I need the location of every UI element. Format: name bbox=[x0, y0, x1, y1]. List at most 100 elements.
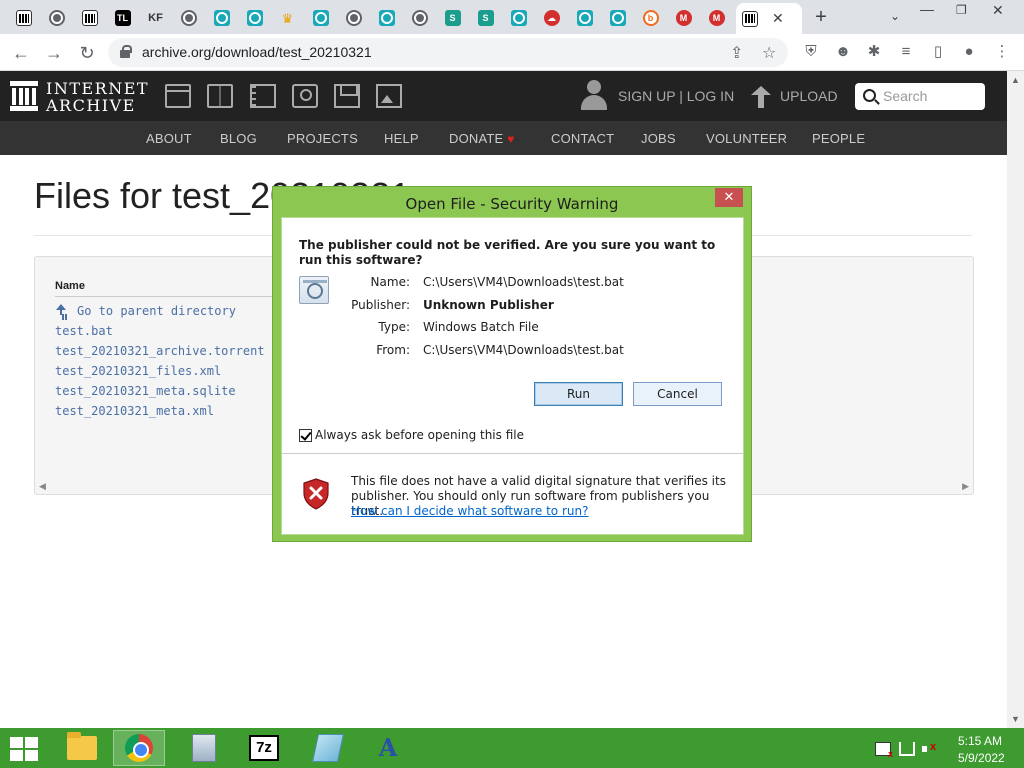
file-link[interactable]: test_20210321_meta.sqlite bbox=[55, 384, 236, 398]
software-disk-icon[interactable] bbox=[334, 84, 360, 108]
upload-arrow-icon[interactable] bbox=[751, 86, 771, 108]
video-film-icon[interactable] bbox=[250, 84, 276, 108]
nav-donate[interactable]: DONATE ♥ bbox=[449, 131, 515, 146]
ia-search-box[interactable]: Search bbox=[855, 83, 985, 110]
forward-arrow-icon[interactable]: → bbox=[42, 41, 66, 65]
taskbar-installer[interactable] bbox=[178, 730, 230, 766]
start-windows-icon[interactable] bbox=[10, 737, 38, 761]
scroll-right-arrow-icon[interactable]: ▶ bbox=[962, 481, 969, 492]
parent-directory-link[interactable]: Go to parent directory bbox=[55, 304, 236, 318]
tab-teal-1[interactable] bbox=[206, 5, 237, 31]
window-close-icon[interactable]: ✕ bbox=[992, 2, 1004, 19]
profile-avatar-icon[interactable]: ● bbox=[960, 43, 978, 61]
tab-active-internet-archive[interactable]: ✕ bbox=[736, 3, 802, 34]
clock-date[interactable]: 5/9/2022 bbox=[958, 751, 1005, 765]
tab-orange-b[interactable]: b bbox=[635, 5, 666, 31]
tab-teal-2[interactable] bbox=[239, 5, 270, 31]
action-center-flag-icon[interactable] bbox=[875, 742, 893, 759]
scroll-up-arrow-icon[interactable]: ▲ bbox=[1011, 75, 1020, 85]
always-ask-label[interactable]: Always ask before opening this file bbox=[315, 428, 524, 442]
reload-icon[interactable]: ↻ bbox=[75, 41, 99, 65]
file-link[interactable]: test_20210321_files.xml bbox=[55, 364, 221, 378]
menu-dots-icon[interactable]: ⋮ bbox=[993, 43, 1011, 61]
taskbar-file-explorer[interactable] bbox=[56, 730, 108, 766]
taskbar-notepad[interactable] bbox=[302, 730, 354, 766]
audio-speaker-icon[interactable] bbox=[292, 84, 318, 108]
tab-globe-3[interactable] bbox=[338, 5, 369, 31]
help-link[interactable]: How can I decide what software to run? bbox=[351, 504, 588, 518]
minimize-icon[interactable]: — bbox=[920, 1, 934, 17]
scroll-down-arrow-icon[interactable]: ▼ bbox=[1011, 714, 1020, 724]
extensions-puzzle-icon[interactable]: ✱ bbox=[865, 43, 883, 61]
page-scrollbar[interactable]: ▲ ▼ bbox=[1007, 71, 1024, 728]
taskbar-app-a[interactable]: A bbox=[362, 730, 414, 766]
file-link[interactable]: test_20210321_meta.xml bbox=[55, 404, 214, 418]
tab-red-cloud[interactable]: ☁ bbox=[536, 5, 567, 31]
run-button[interactable]: Run bbox=[534, 382, 623, 406]
tab-teal-7[interactable] bbox=[602, 5, 633, 31]
nav-about[interactable]: ABOUT bbox=[146, 131, 192, 146]
volume-muted-icon[interactable] bbox=[922, 741, 938, 756]
search-placeholder[interactable]: Search bbox=[883, 88, 927, 104]
cancel-button[interactable]: Cancel bbox=[633, 382, 722, 406]
tab-red-m-2[interactable]: M bbox=[701, 5, 732, 31]
tab-teal-3[interactable] bbox=[305, 5, 336, 31]
taskbar-7zip[interactable]: 7z bbox=[238, 730, 290, 766]
red-m-icon: M bbox=[675, 10, 692, 26]
tab-s-1[interactable]: S bbox=[437, 5, 468, 31]
tab-internet-archive[interactable] bbox=[8, 5, 39, 31]
tab-teal-5[interactable] bbox=[503, 5, 534, 31]
nav-projects[interactable]: PROJECTS bbox=[287, 131, 358, 146]
tab-globe-2[interactable] bbox=[173, 5, 204, 31]
tab-kf[interactable]: KF bbox=[140, 5, 171, 31]
tab-teal-6[interactable] bbox=[569, 5, 600, 31]
clock-time[interactable]: 5:15 AM bbox=[958, 734, 1002, 748]
tab-globe-4[interactable] bbox=[404, 5, 435, 31]
tab-tl[interactable]: TL bbox=[107, 5, 138, 31]
taskbar-chrome[interactable] bbox=[113, 730, 165, 766]
sign-up-login-link[interactable]: SIGN UP | LOG IN bbox=[618, 88, 734, 104]
always-ask-checkbox[interactable] bbox=[299, 429, 312, 442]
extension-robot-icon[interactable]: ☻ bbox=[834, 43, 852, 61]
dialog-close-button[interactable]: ✕ bbox=[715, 188, 743, 207]
tab-teal-4[interactable] bbox=[371, 5, 402, 31]
nav-help[interactable]: HELP bbox=[384, 131, 419, 146]
nav-volunteer[interactable]: VOLUNTEER bbox=[706, 131, 787, 146]
back-arrow-icon[interactable]: ← bbox=[9, 41, 33, 65]
tab-internet-archive-2[interactable] bbox=[74, 5, 105, 31]
user-avatar-icon[interactable] bbox=[580, 80, 608, 112]
texts-book-icon[interactable] bbox=[207, 84, 233, 108]
tab-search-chevron-icon[interactable]: ⌄ bbox=[890, 9, 900, 23]
tab-globe[interactable] bbox=[41, 5, 72, 31]
images-icon[interactable] bbox=[376, 84, 402, 108]
web-archive-icon[interactable] bbox=[165, 84, 191, 108]
address-bar[interactable]: archive.org/download/test_20210321 ⇪ ☆ bbox=[108, 38, 788, 67]
new-tab-button[interactable]: + bbox=[810, 6, 832, 28]
nav-blog[interactable]: BLOG bbox=[220, 131, 257, 146]
upload-link[interactable]: UPLOAD bbox=[780, 88, 838, 104]
teal-s-icon: S bbox=[477, 10, 494, 26]
side-panel-icon[interactable]: ▯ bbox=[929, 43, 947, 61]
media-queue-icon[interactable]: ≡ bbox=[897, 43, 915, 61]
network-icon[interactable] bbox=[899, 742, 915, 756]
extension-shield-icon[interactable]: ⛨ bbox=[802, 43, 820, 61]
internet-archive-logo-icon[interactable] bbox=[10, 81, 38, 111]
tab-s-2[interactable]: S bbox=[470, 5, 501, 31]
tab-crown[interactable]: ♛ bbox=[272, 5, 303, 31]
nav-contact[interactable]: CONTACT bbox=[551, 131, 614, 146]
share-icon[interactable]: ⇪ bbox=[730, 43, 743, 63]
windows-taskbar: 7z A bbox=[0, 728, 1024, 768]
close-tab-icon[interactable]: ✕ bbox=[772, 10, 784, 27]
dialog-body: The publisher could not be verified. Are… bbox=[281, 217, 744, 535]
column-header-name[interactable]: Name bbox=[55, 280, 85, 292]
nav-people[interactable]: PEOPLE bbox=[812, 131, 865, 146]
tab-red-m-1[interactable]: M bbox=[668, 5, 699, 31]
scroll-left-arrow-icon[interactable]: ◀ bbox=[39, 481, 46, 492]
file-link[interactable]: test_20210321_archive.torrent bbox=[55, 344, 265, 358]
bookmark-star-icon[interactable]: ☆ bbox=[762, 43, 776, 63]
nav-jobs[interactable]: JOBS bbox=[641, 131, 676, 146]
restore-icon[interactable]: ❐ bbox=[956, 3, 967, 17]
url-text[interactable]: archive.org/download/test_20210321 bbox=[142, 44, 372, 60]
logo-text-line2[interactable]: ARCHIVE bbox=[46, 96, 136, 115]
file-link[interactable]: test.bat bbox=[55, 324, 113, 338]
